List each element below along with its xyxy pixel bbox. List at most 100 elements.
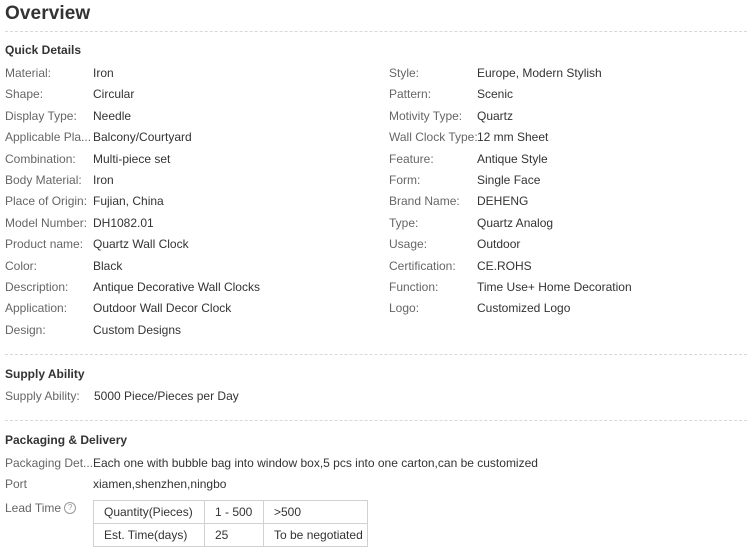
detail-label: Motivity Type: (389, 109, 463, 123)
detail-label: Wall Clock Type: (389, 130, 477, 144)
detail-label: Pattern: (389, 87, 432, 101)
detail-row: Material: Iron (5, 63, 114, 83)
supply-ability-title: Supply Ability (5, 367, 85, 381)
detail-value: Black (93, 259, 123, 273)
detail-label: Form: (389, 173, 421, 187)
detail-row: Description: Antique Decorative Wall Cloc… (5, 277, 260, 297)
divider (5, 420, 747, 421)
detail-value: Scenic (477, 87, 514, 101)
detail-label: Applicable Pla... (5, 130, 92, 144)
detail-row: Product name: Quartz Wall Clock (5, 234, 189, 254)
detail-value: Antique Style (477, 152, 548, 166)
detail-value: Outdoor (477, 237, 521, 251)
detail-value: Time Use+ Home Decoration (477, 280, 632, 294)
detail-row: Model Number: DH1082.01 (5, 213, 154, 233)
detail-row: Shape: Circular (5, 84, 134, 104)
detail-row: Form: Single Face (389, 170, 540, 190)
detail-row: Color: Black (5, 256, 122, 276)
detail-label: Feature: (389, 152, 434, 166)
detail-label: Description: (5, 280, 69, 294)
detail-label: Product name: (5, 237, 84, 251)
detail-value: Europe, Modern Stylish (477, 66, 602, 80)
packaging-details-value: Each one with bubble bag into window box… (93, 456, 538, 470)
detail-value: Outdoor Wall Decor Clock (93, 301, 232, 315)
port-row: Port xiamen,shenzhen,ningbo (5, 474, 226, 494)
detail-value: Fujian, China (93, 194, 164, 208)
product-details-page: Overview Quick Details Material: Iron Shap… (0, 0, 754, 554)
detail-value: Iron (93, 173, 114, 187)
detail-row: Pattern: Scenic (389, 84, 513, 104)
help-icon[interactable]: ? (64, 501, 77, 514)
detail-label: Function: (389, 280, 439, 294)
detail-row: Applicable Pla... Balcony/Courtyard (5, 127, 192, 147)
lead-time-label-group: Lead Time? (5, 498, 77, 518)
detail-label: Material: (5, 66, 52, 80)
detail-row: Type: Quartz Analog (389, 213, 553, 233)
detail-value: 12 mm Sheet (477, 130, 549, 144)
detail-label: Logo: (389, 301, 420, 315)
detail-label: Body Material: (5, 173, 82, 187)
detail-label: Certification: (389, 259, 456, 273)
detail-row: Design: Custom Designs (5, 320, 181, 340)
detail-label: Model Number: (5, 216, 88, 230)
lead-time-label: Lead Time (5, 501, 62, 515)
supply-ability-value: 5000 Piece/Pieces per Day (94, 389, 239, 403)
detail-label: Brand Name: (389, 194, 460, 208)
detail-value: Quartz Wall Clock (93, 237, 189, 251)
table-cell: 25 (204, 523, 264, 547)
lead-time-table: Quantity(Pieces) 1 - 500 >500 Est. Time(… (93, 500, 368, 547)
divider (5, 31, 747, 32)
detail-label: Shape: (5, 87, 44, 101)
table-row: Est. Time(days) 25 To be negotiated (93, 523, 368, 547)
divider (5, 354, 747, 355)
detail-row: Logo: Customized Logo (389, 298, 570, 318)
quick-details-title: Quick Details (5, 43, 82, 57)
detail-value: DEHENG (477, 194, 529, 208)
detail-value: Single Face (477, 173, 541, 187)
table-cell: To be negotiated (263, 523, 368, 547)
packaging-details-label[interactable]: Packaging Det... (5, 453, 93, 473)
detail-value: Quartz (477, 109, 514, 123)
detail-row: Brand Name: DEHENG (389, 191, 528, 211)
table-row: Quantity(Pieces) 1 - 500 >500 (93, 500, 368, 524)
table-cell: Quantity(Pieces) (93, 500, 205, 524)
detail-label: Usage: (389, 237, 428, 251)
detail-value: Needle (93, 109, 132, 123)
detail-value: Quartz Analog (477, 216, 554, 230)
detail-label: Design: (5, 323, 46, 337)
detail-label: Display Type: (5, 109, 77, 123)
detail-value: Multi-piece set (93, 152, 171, 166)
port-value: xiamen,shenzhen,ningbo (93, 477, 227, 491)
supply-ability-label: Supply Ability: (5, 389, 80, 403)
detail-label: Style: (389, 66, 420, 80)
detail-row: Display Type: Needle (5, 106, 131, 126)
detail-label: Place of Origin: (5, 194, 88, 208)
table-cell: Est. Time(days) (93, 523, 205, 547)
packaging-delivery-title: Packaging & Delivery (5, 433, 128, 447)
detail-label: Type: (389, 216, 419, 230)
detail-row: Application: Outdoor Wall Decor Clock (5, 298, 231, 318)
table-cell: >500 (263, 500, 368, 524)
detail-value: Customized Logo (477, 301, 571, 315)
overview-title: Overview (5, 3, 91, 24)
detail-row: Wall Clock Type:12 mm Sheet (389, 127, 548, 147)
detail-row: Combination: Multi-piece set (5, 149, 170, 169)
detail-value: Circular (93, 87, 135, 101)
detail-row: Body Material: Iron (5, 170, 114, 190)
detail-label: Combination: (5, 152, 76, 166)
detail-row: Place of Origin: Fujian, China (5, 191, 164, 211)
detail-row: Usage: Outdoor (389, 234, 520, 254)
detail-value: DH1082.01 (93, 216, 154, 230)
detail-value: Custom Designs (93, 323, 182, 337)
table-cell: 1 - 500 (204, 500, 264, 524)
detail-label: Color: (5, 259, 38, 273)
detail-row: Feature: Antique Style (389, 149, 548, 169)
packaging-details-row: Packaging Det...Each one with bubble bag… (5, 453, 538, 473)
detail-value: Balcony/Courtyard (93, 130, 192, 144)
detail-row: Certification: CE.ROHS (389, 256, 532, 276)
detail-row: Style: Europe, Modern Stylish (389, 63, 602, 83)
detail-label: Application: (5, 301, 68, 315)
detail-value: Antique Decorative Wall Clocks (93, 280, 260, 294)
port-label: Port (5, 477, 28, 491)
supply-ability-row: Supply Ability: 5000 Piece/Pieces per Day (5, 386, 239, 406)
